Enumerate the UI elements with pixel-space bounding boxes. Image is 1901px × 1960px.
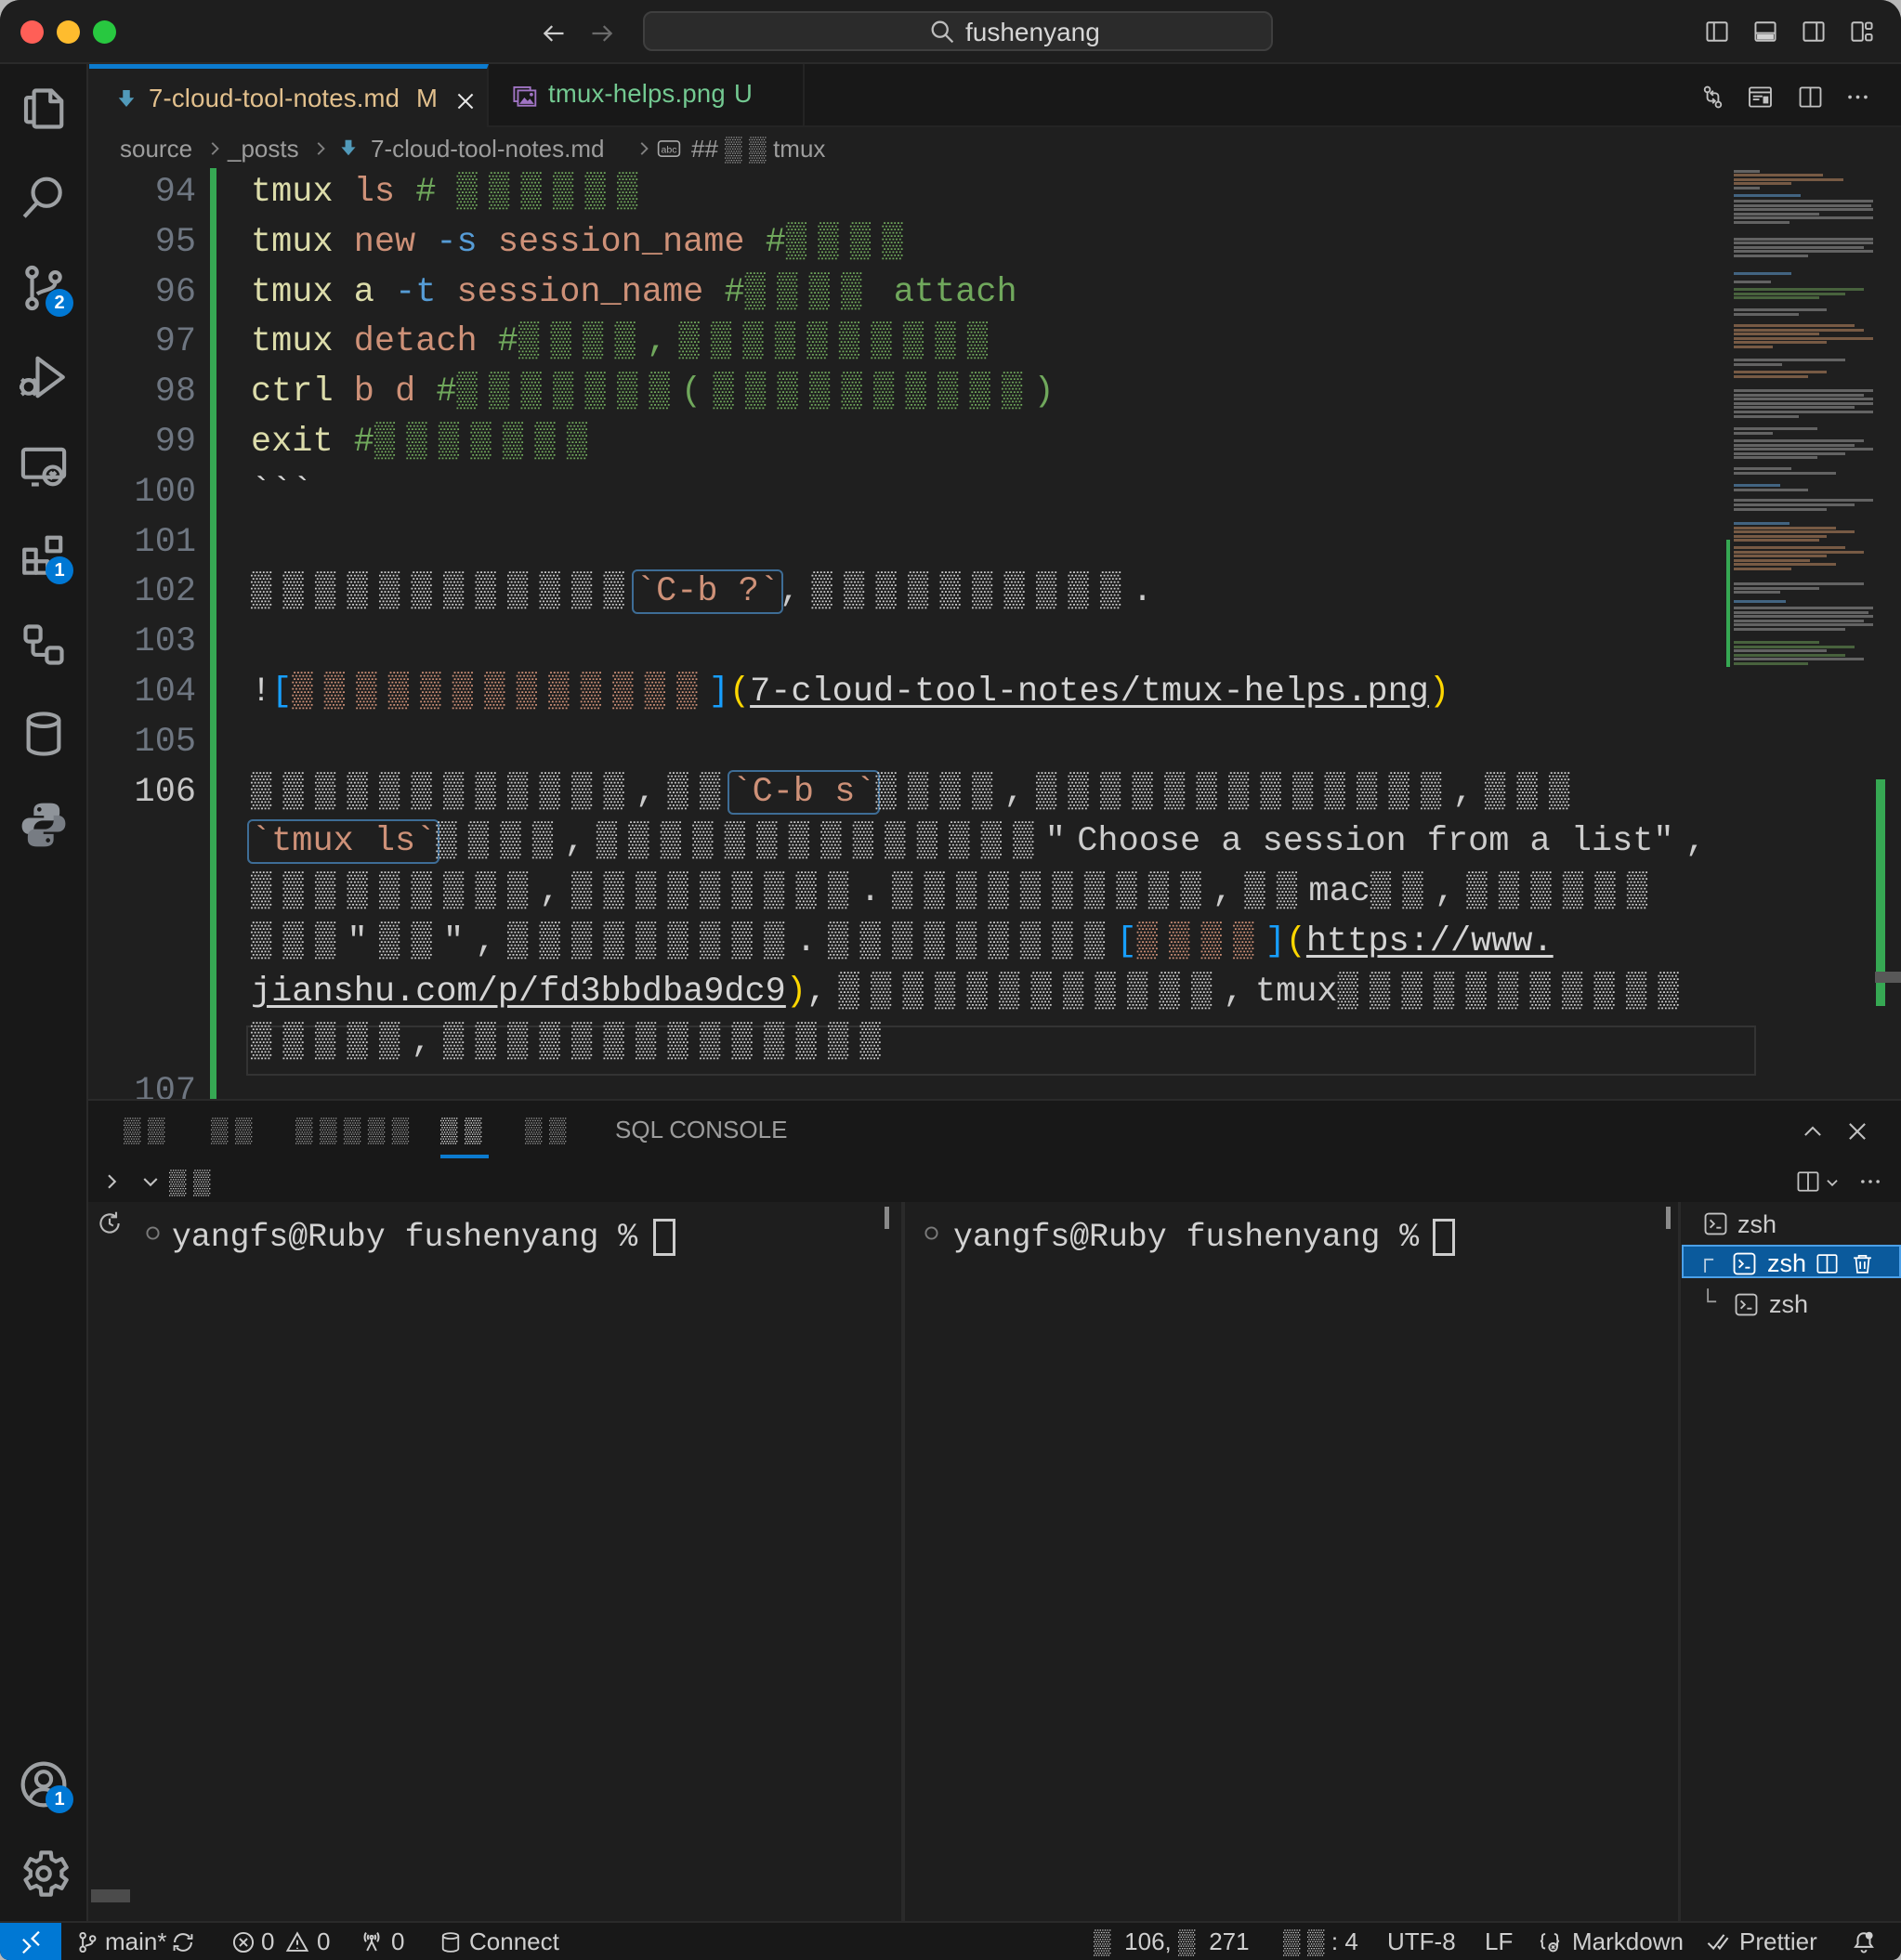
svg-text:abc: abc [661,145,676,156]
